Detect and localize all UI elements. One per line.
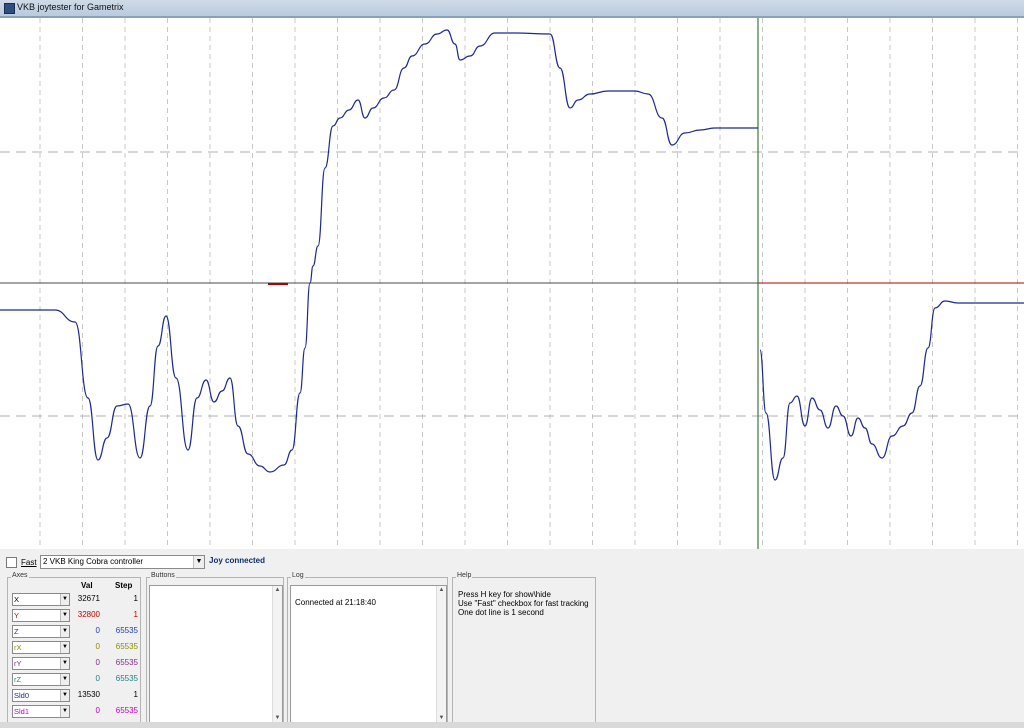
axis-row: rX ▼ 0 65535 — [12, 641, 140, 654]
axis-step: 1 — [133, 610, 138, 619]
axis-value: 32671 — [77, 594, 100, 603]
chevron-down-icon[interactable]: ▼ — [60, 690, 69, 701]
val-header: Val — [81, 581, 93, 590]
buttons-legend: Buttons — [150, 572, 176, 579]
plot-canvas — [0, 18, 1024, 549]
axis-select[interactable]: Sld0 ▼ — [12, 689, 70, 702]
axis-name: Z — [14, 627, 19, 636]
axis-name: rZ — [14, 675, 22, 684]
axes-legend: Axes — [11, 572, 29, 579]
scroll-up-icon[interactable]: ▲ — [273, 586, 282, 595]
axis-row: Sld1 ▼ 0 65535 — [12, 705, 140, 718]
help-line: One dot line is 1 second — [458, 608, 544, 617]
fast-checkbox[interactable] — [6, 556, 17, 568]
chevron-down-icon[interactable]: ▼ — [60, 642, 69, 653]
axis-select[interactable]: X ▼ — [12, 593, 70, 606]
axis-row: rY ▼ 0 65535 — [12, 657, 140, 670]
axis-row: Y ▼ 32800 1 — [12, 609, 140, 622]
log-entry: Connected at 21:18:40 — [295, 598, 376, 607]
axis-step: 65535 — [115, 674, 138, 683]
device-select-value: 2 VKB King Cobra controller — [43, 557, 144, 566]
axis-value: 32800 — [77, 610, 100, 619]
axis-value: 0 — [95, 706, 100, 715]
taskbar-strip — [0, 722, 1024, 728]
help-group: Help Press H key for show\hide Use "Fast… — [452, 572, 596, 725]
axis-select[interactable]: rZ ▼ — [12, 673, 70, 686]
app-icon — [4, 3, 15, 14]
help-line: Use "Fast" checkbox for fast tracking — [458, 599, 589, 608]
axis-value: 13530 — [77, 690, 100, 699]
axis-row: X ▼ 32671 1 — [12, 593, 140, 606]
buttons-list[interactable]: ▲ ▼ — [149, 585, 283, 724]
signal-plot — [0, 17, 1024, 550]
scroll-up-icon[interactable]: ▲ — [437, 586, 446, 595]
chevron-down-icon[interactable]: ▼ — [60, 610, 69, 621]
axis-name: Sld0 — [14, 691, 30, 700]
axis-row: Sld0 ▼ 13530 1 — [12, 689, 140, 702]
log-legend: Log — [291, 572, 305, 579]
axis-value: 0 — [95, 658, 100, 667]
axis-select[interactable]: rY ▼ — [12, 657, 70, 670]
chevron-down-icon[interactable]: ▼ — [60, 594, 69, 605]
axis-value: 0 — [95, 626, 100, 635]
axis-name: Sld1 — [14, 707, 30, 716]
axis-step: 65535 — [115, 658, 138, 667]
lower-trace-right — [759, 300, 1024, 481]
axis-name: Y — [14, 611, 20, 620]
device-select[interactable]: 2 VKB King Cobra controller ▼ — [40, 555, 205, 569]
axis-value: 0 — [95, 642, 100, 651]
upper-trace — [309, 29, 758, 284]
chevron-down-icon[interactable]: ▼ — [60, 626, 69, 637]
axis-step: 65535 — [115, 626, 138, 635]
chevron-down-icon[interactable]: ▼ — [60, 658, 69, 669]
buttons-scrollbar[interactable]: ▲ ▼ — [272, 586, 282, 723]
axis-row: Z ▼ 0 65535 — [12, 625, 140, 638]
axes-group: Axes Val Step X ▼ 32671 1 Y ▼ 32800 1 Z ▼ 0 65535 rX… — [7, 572, 141, 725]
axis-step: 1 — [133, 594, 138, 603]
chevron-down-icon[interactable]: ▼ — [60, 674, 69, 685]
title-bar: VKB joytester for Gametrix — [0, 0, 1024, 17]
axis-name: rY — [14, 659, 22, 668]
lower-trace — [0, 282, 311, 473]
step-header: Step — [115, 581, 133, 590]
axis-select[interactable]: Sld1 ▼ — [12, 705, 70, 718]
help-line: Press H key for show\hide — [458, 590, 551, 599]
connection-status: Joy connected — [209, 556, 266, 565]
window-title: VKB joytester for Gametrix — [17, 2, 124, 12]
log-scrollbar[interactable]: ▲ ▼ — [436, 586, 446, 723]
buttons-group: Buttons ▲ ▼ — [146, 572, 284, 725]
help-legend: Help — [456, 572, 473, 579]
axis-row: rZ ▼ 0 65535 — [12, 673, 140, 686]
chevron-down-icon[interactable]: ▼ — [193, 556, 204, 568]
log-group: Log Connected at 21:18:40 ▲ ▼ — [287, 572, 448, 725]
axis-value: 0 — [95, 674, 100, 683]
chevron-down-icon[interactable]: ▼ — [60, 706, 69, 717]
fast-label: Fast — [21, 557, 37, 567]
control-panel: Fast 2 VKB King Cobra controller ▼ Joy c… — [0, 549, 1024, 728]
axis-step: 65535 — [115, 642, 138, 651]
log-list[interactable]: Connected at 21:18:40 ▲ ▼ — [290, 585, 447, 724]
axis-step: 65535 — [115, 706, 138, 715]
axis-select[interactable]: Y ▼ — [12, 609, 70, 622]
axis-name: X — [14, 595, 20, 604]
axis-select[interactable]: Z ▼ — [12, 625, 70, 638]
axis-select[interactable]: rX ▼ — [12, 641, 70, 654]
axis-step: 1 — [133, 690, 138, 699]
axis-name: rX — [14, 643, 22, 652]
